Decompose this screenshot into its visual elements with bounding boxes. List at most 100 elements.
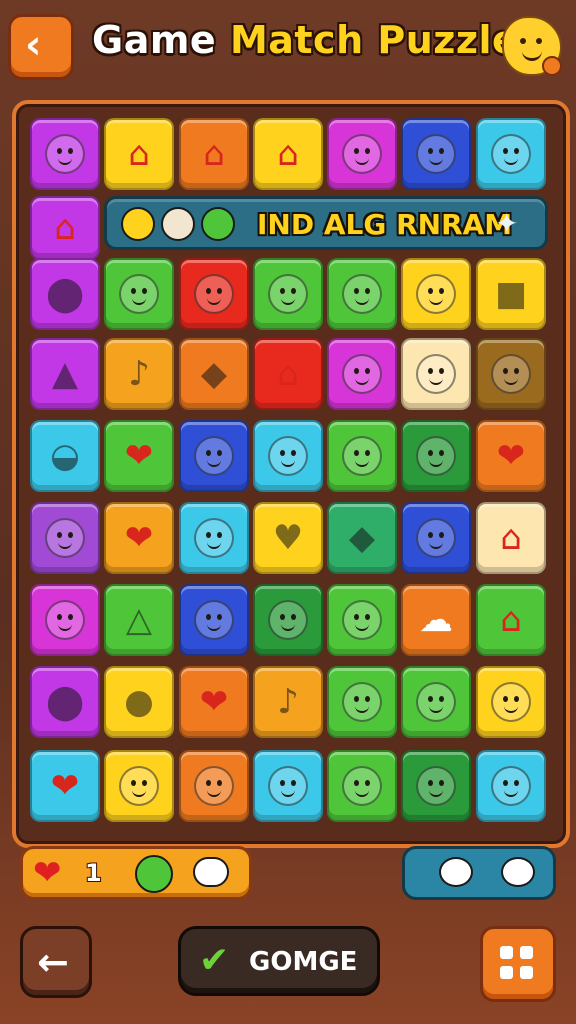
face-icon (45, 518, 85, 558)
game-tile[interactable] (327, 420, 397, 492)
game-tile[interactable] (327, 118, 397, 190)
game-tile[interactable]: ♥ (253, 502, 323, 574)
game-tile[interactable] (30, 502, 100, 574)
boat-icon: ▲ (51, 354, 79, 394)
game-tile[interactable] (401, 420, 471, 492)
face-icon (342, 354, 382, 394)
back-arrow-button[interactable]: ← (20, 926, 92, 998)
game-tile[interactable] (401, 750, 471, 822)
game-tile[interactable] (30, 118, 100, 190)
game-tile[interactable] (401, 338, 471, 410)
chevron-left-icon: ‹ (25, 22, 42, 68)
game-tile[interactable]: ⌂ (476, 584, 546, 656)
game-tile[interactable] (30, 584, 100, 656)
game-tile[interactable]: ❤ (30, 750, 100, 822)
face-icon (119, 766, 159, 806)
game-tile[interactable]: ❤ (476, 420, 546, 492)
change-button-label: GOMGE (249, 947, 358, 977)
game-tile[interactable]: ◆ (327, 502, 397, 574)
game-tile[interactable] (179, 420, 249, 492)
face-icon (342, 134, 382, 174)
face-icon (194, 600, 234, 640)
game-tile[interactable]: ♪ (104, 338, 174, 410)
game-tile[interactable] (253, 750, 323, 822)
face-icon (342, 682, 382, 722)
face-icon (194, 436, 234, 476)
game-tile[interactable] (401, 118, 471, 190)
game-tile[interactable] (327, 750, 397, 822)
cookie-face-icon[interactable] (502, 16, 562, 76)
game-tile[interactable]: ☁ (401, 584, 471, 656)
game-tile[interactable]: ⌂ (253, 338, 323, 410)
game-tile[interactable] (104, 258, 174, 330)
game-tile[interactable] (253, 584, 323, 656)
beetle-icon: ⬤ (45, 682, 85, 722)
green-face-icon (201, 207, 235, 241)
cupcake-icon: ⌂ (500, 600, 522, 640)
game-tile[interactable] (179, 258, 249, 330)
game-tile[interactable] (327, 666, 397, 738)
face-icon (268, 274, 308, 314)
cloud-icon: ☁ (419, 600, 453, 640)
chat-panel (402, 846, 556, 900)
face-icon (194, 518, 234, 558)
game-tile[interactable] (179, 584, 249, 656)
game-tile[interactable] (327, 338, 397, 410)
game-tile[interactable]: ⌂ (179, 118, 249, 190)
game-tile[interactable]: ⌂ (476, 502, 546, 574)
checkmark-icon: ✔ (199, 940, 230, 981)
menu-grid-button[interactable] (480, 926, 556, 1002)
cupcake-icon: ⌂ (277, 134, 299, 174)
game-tile[interactable]: ⌂ (104, 118, 174, 190)
change-button[interactable]: ✔ GOMGE (178, 926, 380, 996)
game-tile[interactable]: ❤ (104, 420, 174, 492)
game-tile[interactable]: ▲ (30, 338, 100, 410)
game-tile[interactable] (104, 750, 174, 822)
game-tile[interactable]: ■ (476, 258, 546, 330)
face-icon (342, 274, 382, 314)
game-tile[interactable]: ⌂ (30, 196, 100, 260)
game-tile[interactable]: ● (104, 666, 174, 738)
game-tile[interactable]: ⬤ (30, 258, 100, 330)
game-tile[interactable] (476, 118, 546, 190)
game-tile[interactable]: ◒ (30, 420, 100, 492)
game-tile[interactable] (476, 750, 546, 822)
game-tile[interactable] (401, 258, 471, 330)
game-tile[interactable] (476, 666, 546, 738)
face-icon (491, 134, 531, 174)
diamond-icon: ◆ (348, 518, 376, 558)
game-tile[interactable]: △ (104, 584, 174, 656)
game-tile[interactable]: ❤ (104, 502, 174, 574)
game-tile[interactable] (253, 258, 323, 330)
game-tile[interactable] (179, 502, 249, 574)
face-icon (416, 436, 456, 476)
game-tile[interactable]: ♪ (253, 666, 323, 738)
cloud-icon (193, 857, 229, 887)
face-icon (416, 274, 456, 314)
game-tile[interactable] (401, 666, 471, 738)
grid-icon (500, 946, 513, 959)
game-tile[interactable]: ⌂ (253, 118, 323, 190)
pin-icon[interactable]: ✦ (495, 207, 525, 241)
speech-bubble-icon[interactable] (501, 857, 535, 887)
face-icon (416, 682, 456, 722)
game-tile[interactable]: ❤ (179, 666, 249, 738)
game-tile[interactable]: ⬤ (30, 666, 100, 738)
back-button[interactable]: ‹ (8, 14, 74, 80)
game-tile[interactable] (179, 750, 249, 822)
face-icon (194, 766, 234, 806)
owl-icon (161, 207, 195, 241)
game-tile[interactable] (476, 338, 546, 410)
game-tile[interactable]: ◆ (179, 338, 249, 410)
beetle-icon: ⬤ (45, 274, 85, 314)
heart-icon: ❤ (33, 853, 62, 893)
game-tile[interactable] (327, 584, 397, 656)
face-icon (491, 354, 531, 394)
game-tile[interactable] (253, 420, 323, 492)
face-icon (491, 682, 531, 722)
speech-bubble-icon[interactable] (439, 857, 473, 887)
game-tile[interactable] (401, 502, 471, 574)
heart-icon: ❤ (50, 766, 80, 806)
diamond-icon: ◆ (200, 354, 228, 394)
game-tile[interactable] (327, 258, 397, 330)
